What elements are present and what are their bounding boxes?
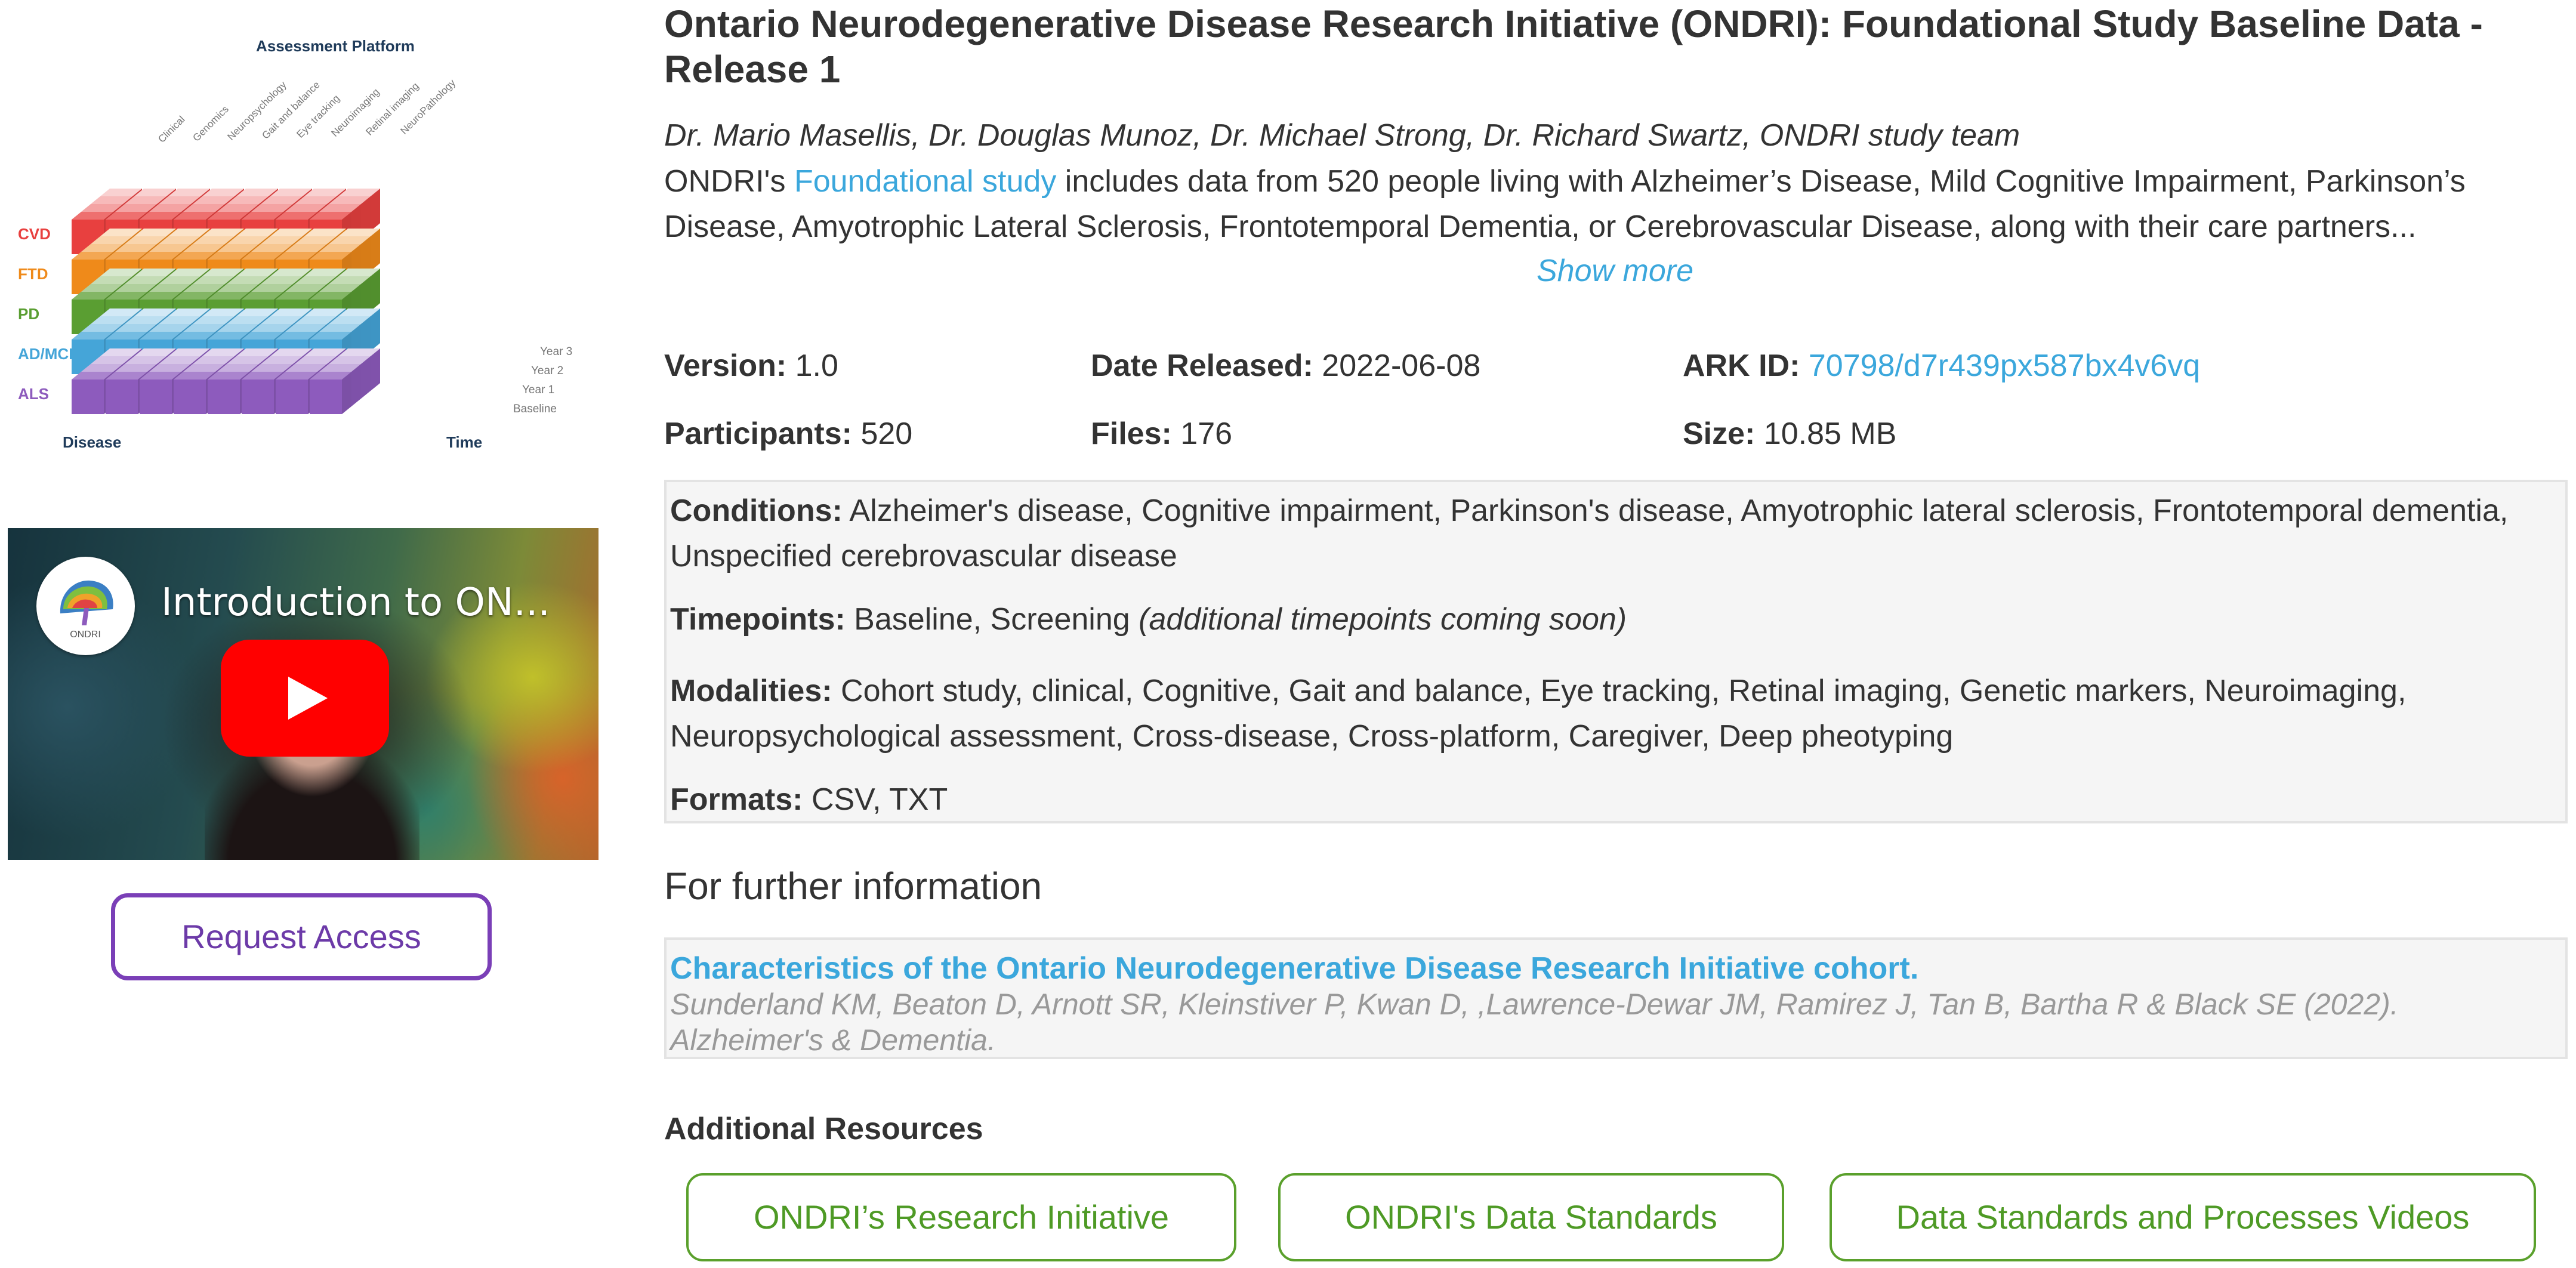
disease-label: PD [18, 305, 39, 323]
data-standards-button[interactable]: ONDRI's Data Standards [1278, 1173, 1784, 1261]
figure-title: Assessment Platform [256, 37, 415, 55]
video-title: Introduction to ON... [161, 581, 550, 625]
platform-labels: Clinical GenomicsNeuropsychologyGait and … [156, 77, 458, 145]
reference-title-link[interactable]: Characteristics of the Ontario Neurodege… [670, 951, 1918, 986]
disease-axis-label: Disease [63, 433, 121, 451]
modalities-line: Modalities: Cohort study, clinical, Cogn… [670, 668, 2550, 759]
dataset-page: Assessment Platform Clinical Genomics Neur… [0, 0, 2576, 1268]
size-value: 10.85 MB [1763, 417, 1897, 451]
timepoints-line: Timepoints: Baseline, Screening (additio… [670, 597, 2550, 642]
participants-field: Participants: 520 [664, 416, 912, 452]
formats-line: Formats: CSV, TXT [670, 777, 2550, 822]
request-access-button[interactable]: Request Access [111, 893, 492, 980]
disease-label: ALS [18, 385, 49, 403]
assessment-cube-diagram: Assessment Platform Clinical GenomicsNeur… [18, 37, 572, 451]
intro-video-thumbnail[interactable]: ONDRI Introduction to ON... [8, 528, 599, 860]
dataset-description: ONDRI's Foundational study includes data… [664, 159, 2568, 249]
play-icon [288, 677, 328, 720]
date-released-label: Date Released: [1091, 348, 1313, 383]
platform-label: Clinical [156, 114, 187, 145]
platform-label: Gait and balance [260, 79, 322, 141]
time-axis-label: Time [446, 433, 482, 451]
version-field: Version: 1.0 [664, 348, 838, 384]
ark-id-link[interactable]: 70798/d7r439px587bx4v6vq [1809, 348, 2200, 383]
ondri-logo-icon: ONDRI [36, 557, 135, 655]
timepoint-label: Year 1 [522, 384, 554, 396]
size-field: Size: 10.85 MB [1683, 416, 1896, 452]
foundational-study-link[interactable]: Foundational study [794, 164, 1056, 199]
modalities-value: Cohort study, clinical, Cognitive, Gait … [670, 674, 2407, 754]
dataset-title: Ontario Neurodegenerative Disease Resear… [664, 2, 2483, 91]
size-label: Size: [1683, 417, 1756, 451]
cube-grid [72, 189, 380, 414]
svg-text:ONDRI: ONDRI [70, 630, 101, 640]
timepoint-label: Year 3 [540, 345, 572, 358]
disease-labels: CVD FTD PD AD/MCI ALS [18, 225, 73, 403]
disease-label: CVD [18, 225, 51, 243]
play-button[interactable] [221, 640, 389, 757]
assessment-platform-figure: Assessment Platform Clinical Genomics Neur… [0, 18, 615, 471]
ark-id-field: ARK ID: 70798/d7r439px587bx4v6vq [1683, 348, 2200, 384]
formats-label: Formats: [670, 782, 803, 817]
conditions-line: Conditions: Alzheimer's disease, Cogniti… [670, 488, 2550, 579]
conditions-label: Conditions: [670, 493, 843, 528]
version-label: Version: [664, 348, 787, 383]
date-released-value: 2022-06-08 [1322, 348, 1481, 383]
further-information-heading: For further information [664, 865, 1042, 908]
additional-resources-heading: Additional Resources [664, 1112, 983, 1146]
timepoints-value: Baseline, Screening [854, 602, 1130, 637]
data-standards-videos-button[interactable]: Data Standards and Processes Videos [1830, 1173, 2536, 1261]
participants-value: 520 [860, 417, 913, 451]
cube-cell [310, 372, 351, 414]
reference-box: Characteristics of the Ontario Neurodege… [664, 937, 2568, 1059]
disease-label: FTD [18, 265, 48, 283]
reference-citation: Sunderland KM, Beaton D, Arnott SR, Klei… [670, 988, 2399, 1057]
research-initiative-button[interactable]: ONDRI’s Research Initiative [686, 1173, 1236, 1261]
files-label: Files: [1091, 417, 1172, 451]
show-more-link[interactable]: Show more [1537, 253, 1693, 289]
formats-value: CSV, TXT [811, 782, 948, 817]
platform-label: Genomics [190, 103, 231, 144]
timepoints-label: Timepoints: [670, 602, 846, 637]
files-value: 176 [1180, 417, 1233, 451]
timepoints-note: (additional timepoints coming soon) [1139, 602, 1627, 637]
time-labels: Year 3 Year 2 Year 1 Baseline [513, 345, 572, 415]
files-field: Files: 176 [1091, 416, 1232, 452]
version-value: 1.0 [795, 348, 838, 383]
dataset-authors: Dr. Mario Masellis, Dr. Douglas Munoz, D… [664, 118, 2020, 153]
participants-label: Participants: [664, 417, 852, 451]
description-prefix: ONDRI's [664, 164, 794, 199]
date-released-field: Date Released: 2022-06-08 [1091, 348, 1480, 384]
timepoint-label: Year 2 [531, 365, 563, 377]
ark-id-label: ARK ID: [1683, 348, 1800, 383]
modalities-label: Modalities: [670, 674, 832, 708]
conditions-value: Alzheimer's disease, Cognitive impairmen… [670, 493, 2509, 573]
dataset-details-box: Conditions: Alzheimer's disease, Cogniti… [664, 480, 2568, 823]
platform-label: Neuropsychology [225, 79, 289, 143]
timepoint-label: Baseline [513, 403, 557, 415]
disease-label: AD/MCI [18, 345, 73, 363]
left-column: Assessment Platform Clinical Genomics Neur… [0, 0, 615, 1268]
